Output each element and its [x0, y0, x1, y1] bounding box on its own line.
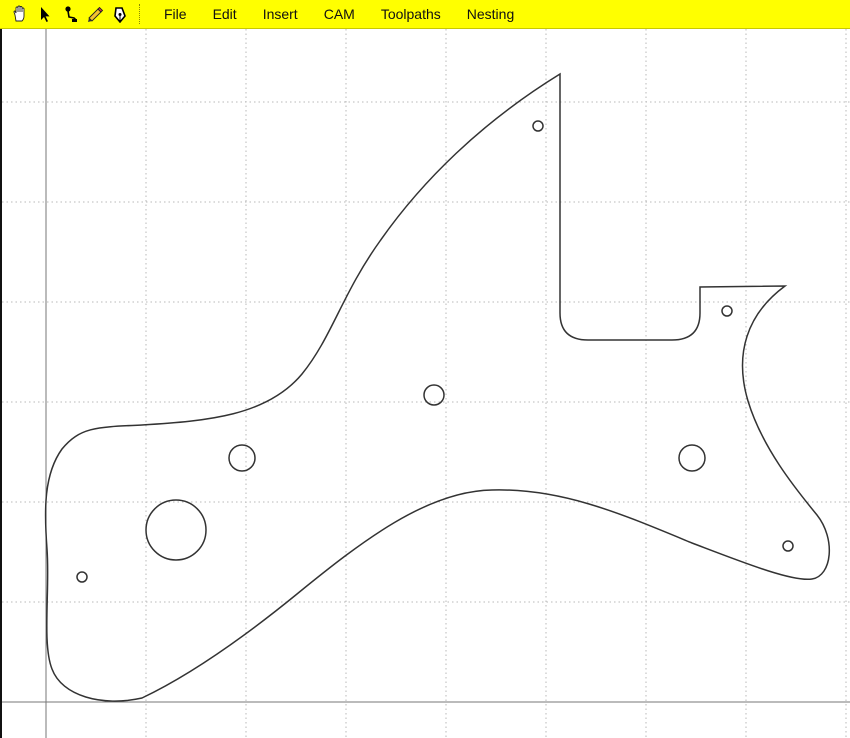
grid — [2, 29, 850, 738]
menu-edit[interactable]: Edit — [213, 0, 237, 29]
drawing-canvas[interactable] — [0, 29, 850, 738]
mount-hole[interactable] — [532, 120, 544, 132]
menu-bar: File Edit Insert CAM Toolpaths Nesting — [154, 0, 540, 29]
hand-icon[interactable] — [8, 2, 32, 26]
menu-toolpaths[interactable]: Toolpaths — [381, 0, 441, 29]
control-hole[interactable] — [678, 444, 706, 472]
menu-cam[interactable]: CAM — [324, 0, 355, 29]
drawing-svg — [2, 29, 850, 738]
menu-insert[interactable]: Insert — [263, 0, 298, 29]
large-hole[interactable] — [145, 499, 207, 561]
pickguard-outline[interactable] — [44, 72, 830, 702]
tool-group — [8, 0, 133, 29]
top-toolbar: File Edit Insert CAM Toolpaths Nesting — [0, 0, 850, 29]
toolbar-separator — [139, 4, 140, 24]
mount-hole[interactable] — [721, 305, 733, 317]
menu-file[interactable]: File — [164, 0, 187, 29]
axes — [2, 29, 850, 738]
pickguard-shape[interactable] — [44, 72, 830, 702]
pen-tool-icon[interactable] — [108, 2, 132, 26]
mount-hole[interactable] — [76, 571, 88, 583]
node-edit-icon[interactable] — [58, 2, 82, 26]
mount-hole[interactable] — [782, 540, 794, 552]
cad-app-window: File Edit Insert CAM Toolpaths Nesting — [0, 0, 850, 738]
control-hole[interactable] — [228, 444, 256, 472]
menu-nesting[interactable]: Nesting — [467, 0, 514, 29]
pointer-arrow-icon[interactable] — [33, 2, 57, 26]
pencil-icon[interactable] — [83, 2, 107, 26]
